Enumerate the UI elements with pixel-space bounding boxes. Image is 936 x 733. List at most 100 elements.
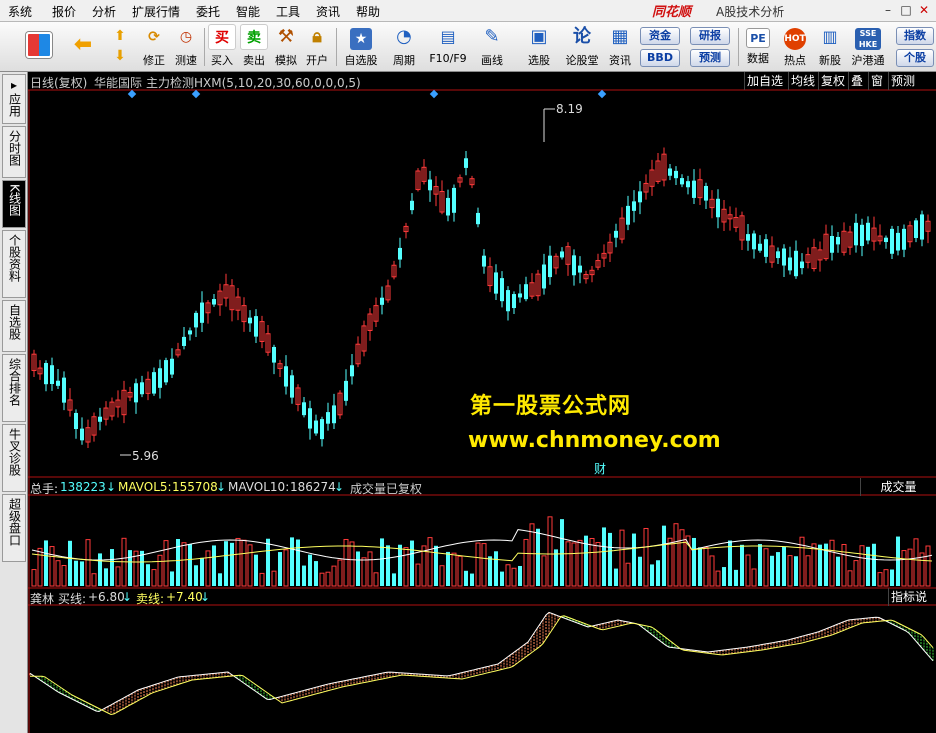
forecast-pane-button[interactable]: 预测 bbox=[888, 72, 917, 90]
f10-button[interactable]: ▤ F10/F9 bbox=[426, 24, 470, 70]
indicator-name: 龚林 bbox=[30, 592, 55, 606]
volume-bar bbox=[181, 542, 187, 587]
hot-icon: HOT bbox=[784, 28, 806, 50]
volume-note: 成交量已复权 bbox=[350, 482, 423, 496]
candle-body bbox=[782, 248, 786, 266]
volume-bar bbox=[787, 555, 793, 587]
volume-bar bbox=[571, 542, 577, 587]
tab-level2[interactable]: 超级盘口 bbox=[2, 494, 26, 562]
new-stock-button[interactable]: ▥ 新股 bbox=[814, 24, 846, 70]
volume-bar bbox=[883, 569, 889, 587]
menu-item-tools[interactable]: 工具 bbox=[276, 3, 300, 20]
ma-button[interactable]: 均线 bbox=[788, 72, 817, 90]
volume-bar bbox=[349, 541, 355, 587]
buy-label: 买入 bbox=[211, 54, 233, 67]
kline-chart-area[interactable]: 日线(复权) 华能国际 主力检测HXM(5,10,20,30,60,0,0,0,… bbox=[28, 72, 936, 733]
volume-tab[interactable]: 成交量 bbox=[860, 478, 936, 496]
simulate-label: 模拟 bbox=[275, 54, 297, 67]
tab-intraday-label: 分时图 bbox=[7, 130, 22, 166]
sell-button[interactable]: 卖 卖出 bbox=[239, 24, 269, 70]
menu-item-smart[interactable]: 智能 bbox=[236, 3, 260, 20]
simulate-button[interactable]: ⚒ 模拟 bbox=[271, 24, 301, 70]
index-button[interactable]: 指数 bbox=[896, 27, 934, 45]
candle-body bbox=[902, 228, 906, 250]
forecast-button[interactable]: 预测 bbox=[690, 49, 730, 67]
candle-body bbox=[674, 170, 678, 179]
candle-body bbox=[758, 243, 762, 251]
candle-body bbox=[704, 185, 708, 201]
hk-connect-button[interactable]: SSE HKE 沪港通 bbox=[848, 24, 888, 70]
menu-item-system[interactable]: 系统 bbox=[8, 3, 32, 20]
new-stock-label: 新股 bbox=[819, 54, 841, 67]
window-button[interactable]: 窗 bbox=[868, 72, 885, 90]
draw-line-button[interactable]: ✎ 画线 bbox=[472, 24, 512, 70]
bbd-button[interactable]: BBD bbox=[640, 49, 680, 67]
close-icon[interactable]: ✕ bbox=[916, 2, 932, 18]
volume-bar bbox=[523, 538, 529, 587]
stock-picker-button[interactable]: ▣ 选股 bbox=[518, 24, 560, 70]
menu-item-trade[interactable]: 委托 bbox=[196, 3, 220, 20]
volume-bar bbox=[325, 571, 331, 587]
volume-bar bbox=[415, 563, 421, 587]
candle-body bbox=[332, 405, 336, 424]
back-button[interactable]: ⬅ bbox=[66, 24, 100, 70]
news-button[interactable]: ▦ 资讯 bbox=[604, 24, 636, 70]
capital-button[interactable]: 资金 bbox=[640, 27, 680, 45]
menu-item-quote[interactable]: 报价 bbox=[52, 3, 76, 20]
cycle-button[interactable]: ◔ 周期 bbox=[384, 24, 424, 70]
forum-button[interactable]: 论 论股堂 bbox=[562, 24, 602, 70]
candle-body bbox=[896, 232, 900, 251]
volume-bar bbox=[488, 556, 492, 586]
maximize-icon[interactable]: □ bbox=[898, 2, 914, 18]
layout-button[interactable] bbox=[22, 24, 56, 70]
menu-item-analysis[interactable]: 分析 bbox=[92, 3, 116, 20]
volume-bar bbox=[290, 537, 294, 586]
tab-intraday[interactable]: 分时图 bbox=[2, 126, 26, 178]
add-watchlist-button[interactable]: 加自选 bbox=[744, 72, 785, 90]
candle-body bbox=[452, 187, 456, 213]
candle-body bbox=[692, 180, 696, 198]
candle-body bbox=[716, 198, 720, 218]
single-stock-button[interactable]: 个股 bbox=[896, 49, 934, 67]
volume-bar bbox=[529, 523, 535, 587]
monitor-icon: ▣ bbox=[530, 26, 548, 47]
forum-label: 论股堂 bbox=[565, 54, 599, 67]
volume-bar bbox=[386, 545, 390, 586]
tab-ranking[interactable]: 综合排名 bbox=[2, 354, 26, 422]
volume-bar bbox=[157, 554, 163, 587]
open-account-button[interactable]: 🔒︎ 开户 bbox=[302, 24, 332, 70]
page-updown-button[interactable]: ⬆ ⬇ bbox=[106, 24, 134, 70]
data-button[interactable]: PE 数据 bbox=[742, 24, 774, 70]
tab-watchlist[interactable]: 自选股 bbox=[2, 300, 26, 352]
adjust-button[interactable]: 复权 bbox=[818, 72, 847, 90]
volume-bar bbox=[907, 548, 913, 587]
volume-bar bbox=[782, 547, 786, 586]
collapse-icon: ▸ bbox=[10, 78, 18, 92]
tab-apps[interactable]: ▸ 应用 bbox=[2, 74, 26, 124]
tab-kline[interactable]: K线图 bbox=[2, 180, 26, 228]
overlay-button[interactable]: 叠 bbox=[848, 72, 865, 90]
finance-marker[interactable]: 财 bbox=[594, 460, 606, 477]
volume-bar bbox=[308, 554, 312, 586]
volume-bar bbox=[367, 551, 373, 587]
menu-item-extended-market[interactable]: 扩展行情 bbox=[132, 3, 180, 20]
tab-diagnosis[interactable]: 牛叉诊股 bbox=[2, 424, 26, 492]
volume-bar bbox=[494, 551, 498, 586]
volume-bar bbox=[536, 528, 540, 586]
buy-button[interactable]: 买 买入 bbox=[207, 24, 237, 70]
watchlist-label: 自选股 bbox=[344, 54, 378, 67]
menu-item-help[interactable]: 帮助 bbox=[356, 3, 380, 20]
candle-body bbox=[860, 224, 864, 246]
refresh-button[interactable]: ⟳ 修正 bbox=[138, 24, 170, 70]
tab-stock-profile[interactable]: 个股资料 bbox=[2, 230, 26, 298]
volume-bar bbox=[314, 561, 318, 586]
minimize-icon[interactable]: – bbox=[880, 2, 896, 18]
indicator-help-tab[interactable]: 指标说明 bbox=[888, 588, 936, 606]
research-button[interactable]: 研报 bbox=[690, 27, 730, 45]
menu-item-news[interactable]: 资讯 bbox=[316, 3, 340, 20]
watchlist-button[interactable]: ★ 自选股 bbox=[340, 24, 382, 70]
volume-bar bbox=[200, 557, 204, 586]
hot-button[interactable]: HOT 热点 bbox=[778, 24, 812, 70]
speed-test-button[interactable]: ◷ 测速 bbox=[170, 24, 202, 70]
volume-bar bbox=[356, 551, 360, 586]
